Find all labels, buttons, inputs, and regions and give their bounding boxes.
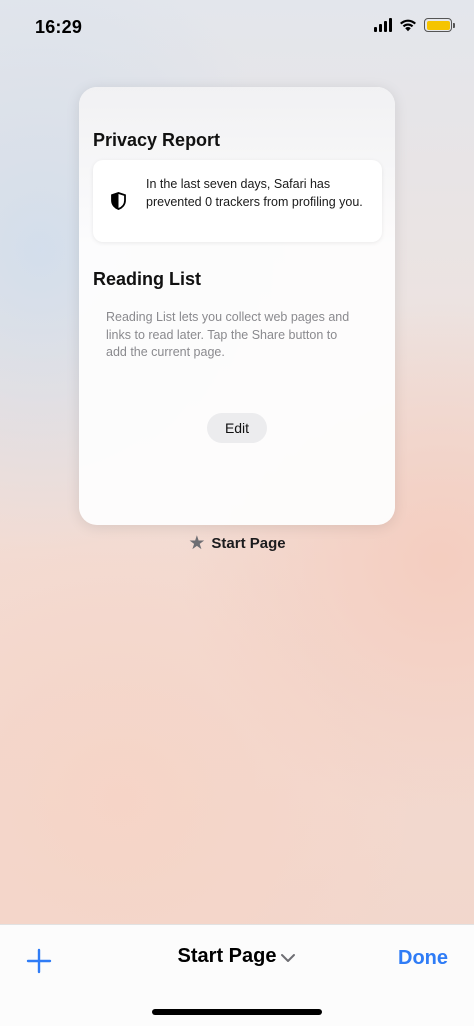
status-time: 16:29 bbox=[35, 17, 83, 37]
edit-button[interactable]: Edit bbox=[207, 413, 267, 443]
home-indicator[interactable] bbox=[152, 1009, 322, 1015]
chevron-down-icon bbox=[281, 954, 296, 962]
privacy-report-title: Privacy Report bbox=[93, 130, 221, 150]
tab-title-label: Start Page bbox=[211, 535, 286, 552]
done-button[interactable]: Done bbox=[398, 947, 448, 970]
shield-icon bbox=[111, 192, 126, 215]
privacy-report-card[interactable]: In the last seven days, Safari has preve… bbox=[93, 160, 382, 242]
privacy-report-text: In the last seven days, Safari has preve… bbox=[146, 177, 363, 209]
battery-level bbox=[426, 20, 450, 30]
battery-icon bbox=[424, 18, 455, 32]
tab-title[interactable]: ★ Start Page bbox=[0, 534, 474, 553]
star-icon: ★ bbox=[188, 533, 206, 554]
signal-icon bbox=[374, 18, 392, 32]
reading-list-title: Reading List bbox=[93, 269, 202, 289]
tab-card[interactable]: Privacy Report In the last seven days, S… bbox=[79, 87, 395, 525]
wifi-icon bbox=[399, 18, 417, 32]
reading-list-text: Reading List lets you collect web pages … bbox=[106, 310, 350, 359]
status-icons bbox=[374, 18, 455, 32]
status-bar: 16:29 bbox=[0, 0, 474, 56]
tab-group-title: Start Page bbox=[177, 945, 277, 967]
